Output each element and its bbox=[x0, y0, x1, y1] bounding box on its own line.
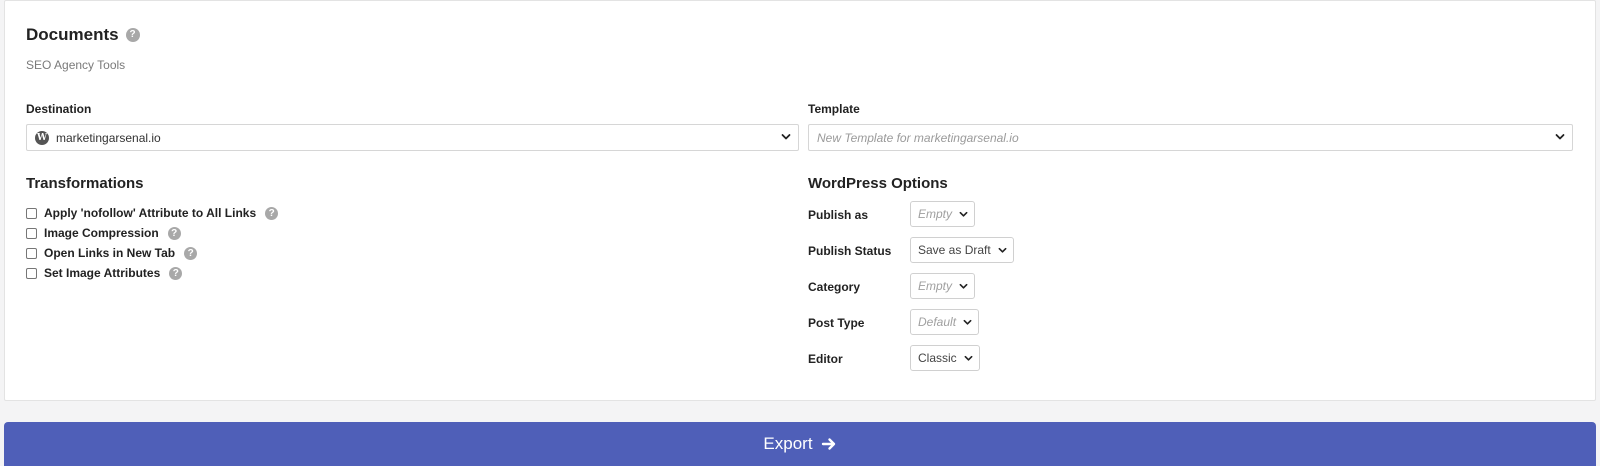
image-compression-checkbox[interactable] bbox=[26, 227, 37, 239]
template-placeholder: New Template for marketingarsenal.io bbox=[817, 130, 1019, 145]
documents-card: Documents ? SEO Agency Tools Destination… bbox=[4, 0, 1596, 401]
publish-status-label: Publish Status bbox=[808, 244, 892, 258]
chevron-down-icon bbox=[959, 283, 968, 289]
checkbox-label: Open Links in New Tab bbox=[44, 246, 176, 260]
help-icon[interactable]: ? bbox=[184, 246, 198, 260]
post-type-select[interactable]: Default bbox=[910, 309, 980, 335]
nofollow-checkbox[interactable] bbox=[26, 207, 37, 219]
help-icon[interactable]: ? bbox=[169, 266, 183, 280]
template-label: Template bbox=[808, 102, 860, 116]
editor-label: Editor bbox=[808, 352, 843, 366]
checkbox-label: Apply 'nofollow' Attribute to All Links bbox=[44, 206, 257, 220]
image-attributes-checkbox[interactable] bbox=[26, 267, 37, 279]
select-value: Empty bbox=[918, 279, 953, 293]
transformation-image-compression: Image Compression ? bbox=[26, 226, 181, 240]
publish-as-select[interactable]: Empty bbox=[910, 201, 976, 227]
post-type-label: Post Type bbox=[808, 316, 865, 330]
destination-label: Destination bbox=[26, 102, 92, 116]
help-icon[interactable]: ? bbox=[167, 226, 181, 240]
checkbox-label: Image Compression bbox=[44, 226, 159, 240]
publish-as-label: Publish as bbox=[808, 208, 869, 222]
transformation-image-attributes: Set Image Attributes ? bbox=[26, 266, 183, 280]
documents-title: Documents bbox=[26, 25, 119, 44]
documents-subtitle: SEO Agency Tools bbox=[26, 58, 126, 72]
chevron-down-icon bbox=[781, 134, 791, 140]
category-select[interactable]: Empty bbox=[910, 273, 976, 299]
template-select[interactable]: New Template for marketingarsenal.io bbox=[808, 124, 1573, 151]
select-value: Default bbox=[918, 315, 957, 329]
wordpress-logo-icon: W bbox=[35, 130, 49, 145]
transformation-nofollow: Apply 'nofollow' Attribute to All Links … bbox=[26, 206, 279, 220]
transformation-new-tab: Open Links in New Tab ? bbox=[26, 246, 198, 260]
select-value: Save as Draft bbox=[918, 243, 991, 257]
select-value: Empty bbox=[918, 207, 953, 221]
checkbox-label: Set Image Attributes bbox=[44, 266, 161, 280]
page-title: Documents ? bbox=[26, 25, 140, 45]
editor-select[interactable]: Classic bbox=[910, 345, 980, 371]
destination-value: marketingarsenal.io bbox=[56, 130, 161, 145]
export-label: Export bbox=[763, 434, 813, 453]
publish-status-select[interactable]: Save as Draft bbox=[910, 237, 1014, 263]
chevron-down-icon bbox=[963, 319, 972, 325]
wordpress-options-title: WordPress Options bbox=[808, 175, 948, 192]
select-value: Classic bbox=[918, 351, 957, 365]
chevron-down-icon bbox=[1555, 134, 1565, 140]
chevron-down-icon bbox=[959, 211, 968, 217]
help-icon[interactable]: ? bbox=[265, 206, 279, 220]
transformations-title: Transformations bbox=[26, 175, 144, 192]
new-tab-checkbox[interactable] bbox=[26, 247, 37, 259]
export-button[interactable]: Export bbox=[4, 422, 1596, 466]
chevron-down-icon bbox=[998, 247, 1007, 253]
destination-select[interactable]: W marketingarsenal.io bbox=[26, 124, 799, 151]
chevron-down-icon bbox=[964, 355, 973, 361]
arrow-right-icon bbox=[821, 438, 835, 450]
category-label: Category bbox=[808, 280, 861, 294]
help-icon[interactable]: ? bbox=[125, 28, 140, 42]
